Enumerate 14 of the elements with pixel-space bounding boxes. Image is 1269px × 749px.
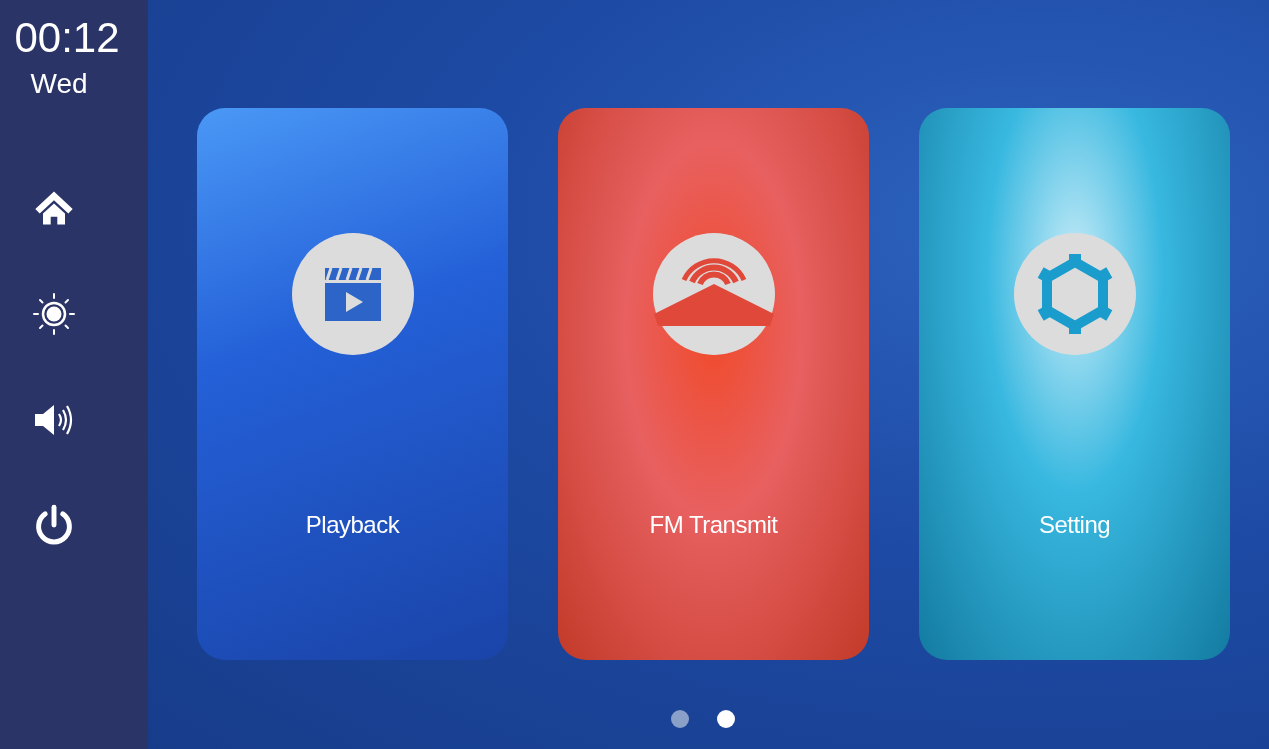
brightness-icon[interactable]	[32, 292, 76, 336]
broadcast-icon	[651, 232, 776, 356]
page-dot[interactable]	[671, 710, 689, 728]
app-tile[interactable]: Setting	[919, 108, 1230, 660]
app-tile[interactable]: Playback	[197, 108, 508, 660]
clock-time: 00:12	[14, 14, 120, 62]
settings-icon	[1012, 232, 1137, 356]
tile-label: Setting	[1038, 511, 1111, 539]
tile-label: Playback	[305, 511, 400, 539]
weekday: Wed	[30, 68, 88, 100]
app-tile[interactable]: FM Transmit	[558, 108, 869, 660]
page-dot[interactable]	[717, 710, 735, 728]
clapperboard-icon	[290, 232, 415, 356]
tile-label: FM Transmit	[649, 511, 778, 539]
